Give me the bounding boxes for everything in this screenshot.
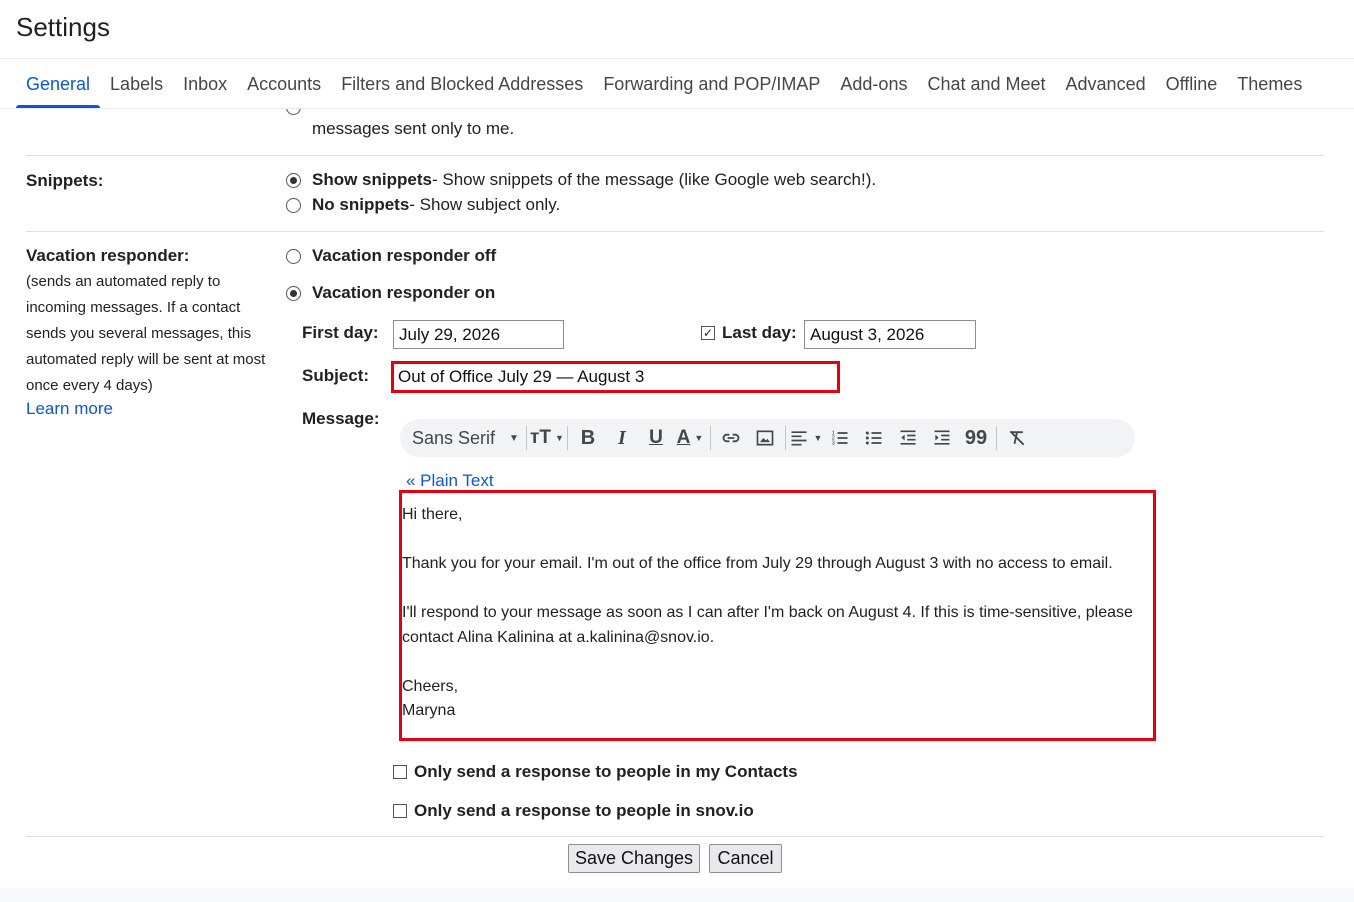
checkbox[interactable]: [393, 765, 407, 779]
subject-label: Subject:: [302, 366, 370, 385]
vacation-description: (sends an automated reply to incoming me…: [26, 273, 266, 394]
first-day-input[interactable]: July 29, 2026: [393, 320, 564, 349]
quote-icon[interactable]: 99: [959, 423, 993, 453]
message-closing: Cheers,: [402, 677, 459, 695]
option-title: Show snippets: [312, 170, 432, 189]
header-divider: [0, 58, 1354, 59]
snippets-label: Snippets:: [26, 171, 104, 190]
tab-inbox[interactable]: Inbox: [173, 60, 237, 108]
indent-less-icon[interactable]: [891, 423, 925, 453]
align-icon[interactable]: ▼: [789, 423, 823, 453]
toolbar-separator: [784, 426, 786, 450]
vacation-label: Vacation responder:: [26, 246, 190, 265]
tab-accounts[interactable]: Accounts: [237, 60, 331, 108]
tab-labels[interactable]: Labels: [100, 60, 173, 108]
chevron-down-icon: ▼: [509, 432, 519, 444]
link-icon[interactable]: [714, 423, 748, 453]
last-day-checkbox[interactable]: ✓: [701, 324, 715, 342]
subject-input[interactable]: Out of Office July 29 — August 3: [393, 362, 839, 391]
toolbar-separator: [995, 426, 997, 450]
radio-button-selected[interactable]: [286, 285, 301, 301]
image-icon[interactable]: [748, 423, 782, 453]
tab-filters[interactable]: Filters and Blocked Addresses: [331, 60, 593, 108]
tab-forwarding[interactable]: Forwarding and POP/IMAP: [593, 60, 830, 108]
formatting-toolbar: Sans Serif ▼ тT ▼ B I U A ▼ ▼ 123 99: [400, 419, 1135, 457]
contacts-only-option[interactable]: Only send a response to people in my Con…: [393, 762, 798, 782]
settings-content: messages sent only to me. Snippets: Show…: [0, 109, 1354, 888]
message-paragraph: Thank you for your email. I'm out of the…: [402, 555, 1113, 572]
svg-text:3: 3: [832, 441, 835, 447]
first-day-label: First day:: [302, 323, 379, 342]
message-editor[interactable]: Hi there, Thank you for your email. I'm …: [402, 503, 1152, 724]
divider: [26, 231, 1324, 232]
cancel-button[interactable]: Cancel: [709, 844, 782, 873]
tab-chat-meet[interactable]: Chat and Meet: [917, 60, 1055, 108]
divider: [26, 836, 1324, 837]
vacation-on-label: Vacation responder on: [312, 283, 496, 302]
plain-text-label[interactable]: « Plain Text: [406, 471, 494, 490]
italic-icon[interactable]: I: [605, 423, 639, 453]
message-label: Message:: [302, 409, 380, 428]
divider: [26, 155, 1324, 156]
indicators-text: messages sent only to me.: [312, 119, 515, 138]
bulleted-list-icon[interactable]: [857, 423, 891, 453]
text-size-icon[interactable]: тT ▼: [530, 423, 564, 453]
underline-icon[interactable]: U: [639, 423, 673, 453]
domain-only-option[interactable]: Only send a response to people in snov.i…: [393, 801, 754, 821]
numbered-list-icon[interactable]: 123: [823, 423, 857, 453]
save-changes-button[interactable]: Save Changes: [568, 844, 700, 873]
message-paragraph: contact Alina Kalinina at a.kalinina@sno…: [402, 628, 715, 646]
tab-general[interactable]: General: [16, 60, 101, 108]
plain-text-link[interactable]: « Plain Text: [406, 471, 494, 491]
message-paragraph: I'll respond to your message as soon as …: [402, 604, 1133, 621]
option-desc: - Show snippets of the message (like Goo…: [431, 170, 877, 189]
snippets-option-none[interactable]: No snippets - Show subject only.: [286, 195, 560, 215]
last-day-input[interactable]: August 3, 2026: [804, 320, 976, 349]
toolbar-separator: [709, 426, 711, 450]
radio-button[interactable]: [286, 248, 301, 264]
checkbox-checked[interactable]: ✓: [701, 326, 715, 340]
settings-panel: Settings General Labels Inbox Accounts F…: [0, 0, 1354, 888]
learn-more-link[interactable]: Learn more: [26, 399, 113, 419]
checkbox[interactable]: [393, 804, 407, 818]
tab-themes[interactable]: Themes: [1227, 60, 1312, 108]
domain-only-label: Only send a response to people in snov.i…: [414, 801, 754, 820]
snippets-option-show[interactable]: Show snippets - Show snippets of the mes…: [286, 170, 876, 190]
last-day-label: Last day:: [722, 323, 797, 342]
bold-icon[interactable]: B: [571, 423, 605, 453]
message-signature: Maryna: [402, 702, 456, 719]
learn-more-text[interactable]: Learn more: [26, 399, 113, 418]
indent-more-icon[interactable]: [925, 423, 959, 453]
message-greeting: Hi there,: [402, 506, 463, 523]
toolbar-separator: [525, 426, 527, 450]
toolbar-separator: [566, 426, 568, 450]
font-family-value: Sans Serif: [412, 427, 496, 448]
remove-formatting-icon[interactable]: [1000, 423, 1034, 453]
vacation-off-label: Vacation responder off: [312, 246, 497, 265]
option-title: No snippets: [312, 195, 410, 214]
radio-button-selected[interactable]: [286, 172, 301, 188]
indicators-radio[interactable]: [286, 109, 301, 115]
text-color-icon[interactable]: A ▼: [673, 423, 707, 453]
tab-addons[interactable]: Add-ons: [830, 60, 917, 108]
vacation-off-option[interactable]: Vacation responder off: [286, 246, 496, 266]
option-desc: - Show subject only.: [409, 195, 561, 214]
vacation-on-option[interactable]: Vacation responder on: [286, 283, 495, 303]
font-family-select[interactable]: Sans Serif ▼: [408, 423, 523, 453]
settings-tabs: General Labels Inbox Accounts Filters an…: [16, 60, 1312, 108]
tab-advanced[interactable]: Advanced: [1056, 60, 1156, 108]
tab-offline[interactable]: Offline: [1156, 60, 1228, 108]
contacts-only-label: Only send a response to people in my Con…: [414, 762, 798, 781]
radio-button[interactable]: [286, 197, 301, 213]
page-title: Settings: [16, 12, 110, 42]
